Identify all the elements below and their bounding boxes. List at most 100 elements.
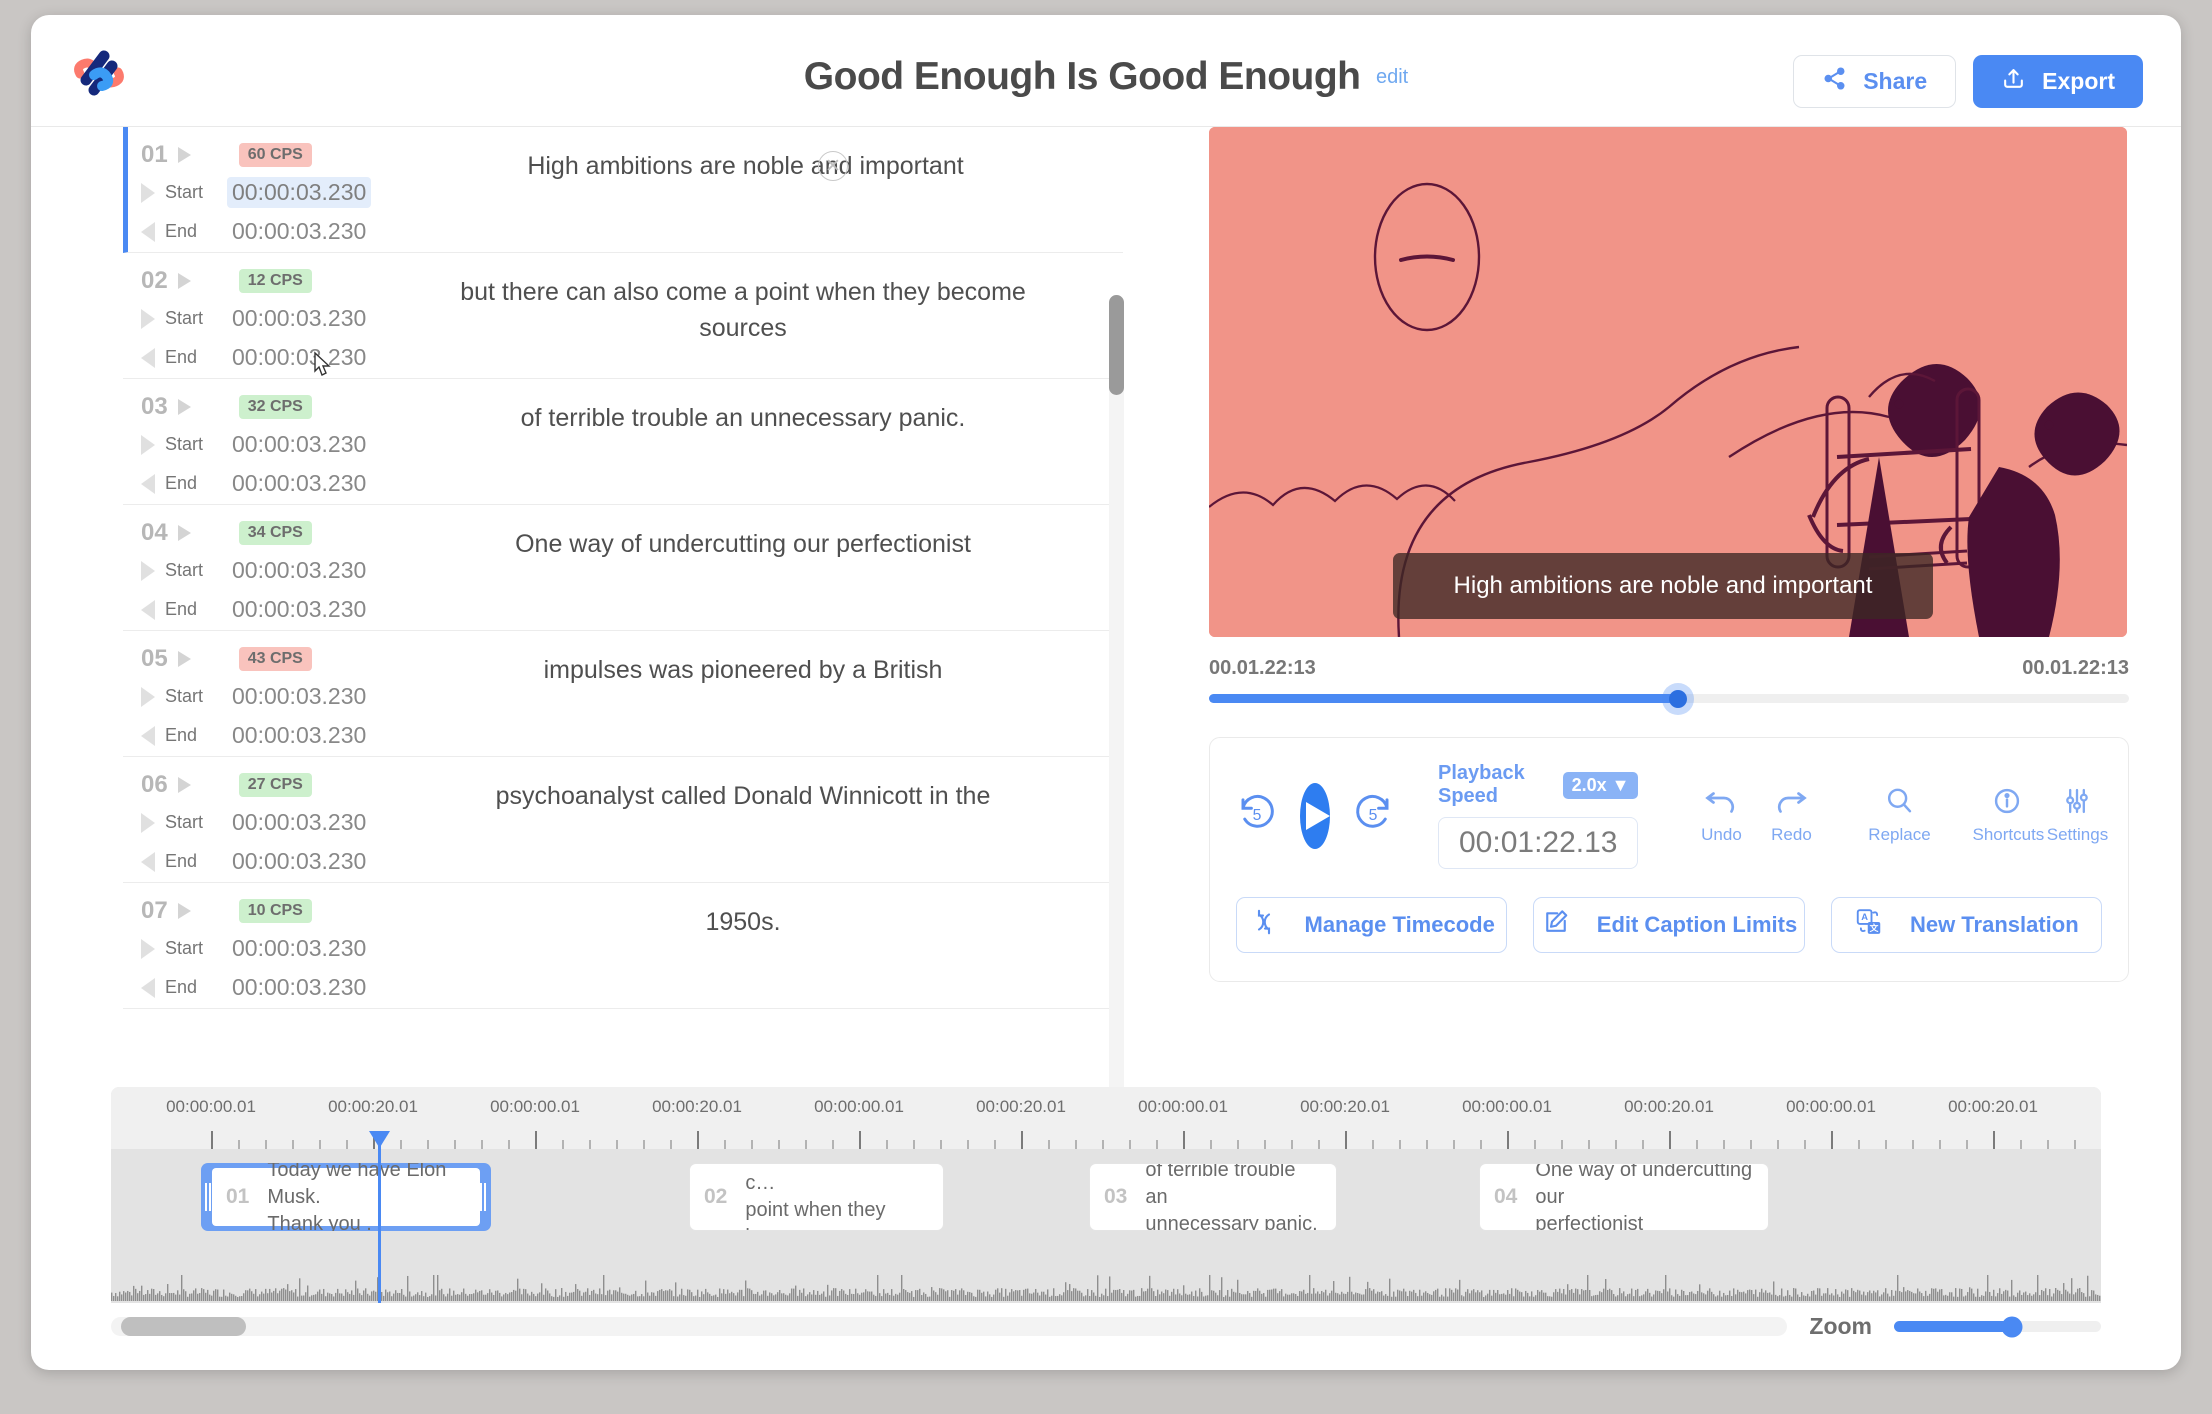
end-time-input[interactable]: 00:00:03.230 xyxy=(227,468,371,499)
caption-actions: Manage Timecode Edit Caption Limits A 文 … xyxy=(1236,897,2102,953)
end-time-input[interactable]: 00:00:03.230 xyxy=(227,594,371,625)
play-segment-icon[interactable] xyxy=(177,777,191,793)
caption-text-input[interactable]: but there can also come a point when the… xyxy=(423,253,1123,346)
start-time-input[interactable]: 00:00:03.230 xyxy=(227,429,371,460)
start-time-input[interactable]: 00:00:03.230 xyxy=(227,555,371,586)
playback-speed-select[interactable]: 2.0x ▼ xyxy=(1562,771,1639,799)
caption-text-input[interactable]: psychoanalyst called Donald Winnicott in… xyxy=(423,757,1123,815)
timeline-clip[interactable]: 04 One way of undercutting our perfection… xyxy=(1479,1163,1769,1231)
caption-text-input[interactable]: of terrible trouble an unnecessary panic… xyxy=(423,379,1123,437)
caption-meta: 07 10 CPS Start 00:00:03.230 End 00:00:0… xyxy=(123,883,423,1003)
end-label: End xyxy=(165,725,198,745)
start-marker-icon xyxy=(141,308,155,329)
caption-list[interactable]: 01 60 CPS Start 00:00:03.230 End 00:00:0… xyxy=(123,127,1123,1032)
scrollbar-thumb[interactable] xyxy=(1109,295,1124,395)
play-segment-icon[interactable] xyxy=(177,147,191,163)
video-preview[interactable]: High ambitions are noble and important xyxy=(1209,127,2127,637)
start-label: Start xyxy=(165,434,204,454)
timeline-canvas[interactable]: 00:00:00.01 00:00:20.01 00:00:00.01 00:0… xyxy=(111,1087,2101,1303)
caption-text-input[interactable]: impulses was pioneered by a British xyxy=(423,631,1123,689)
zoom-knob[interactable] xyxy=(2001,1316,2023,1337)
shortcuts-button[interactable]: Shortcuts xyxy=(1972,786,2044,845)
timeline-horizontal-scrollbar[interactable] xyxy=(111,1317,1788,1336)
start-time-input[interactable]: 00:00:03.230 xyxy=(227,303,371,334)
edit-title-link[interactable]: edit xyxy=(1376,66,1408,89)
caption-index: 01 xyxy=(141,141,168,168)
end-time-input[interactable]: 00:00:03.230 xyxy=(227,846,371,877)
rewind-5-icon[interactable]: 5 xyxy=(1236,792,1278,839)
end-time-input[interactable]: 00:00:03.230 xyxy=(227,720,371,751)
end-time-input[interactable]: 00:00:03.230 xyxy=(227,342,371,373)
translate-icon: A 文 xyxy=(1854,907,1884,943)
caption-row[interactable]: 01 60 CPS Start 00:00:03.230 End 00:00:0… xyxy=(123,127,1123,253)
timeline-footer: Zoom xyxy=(111,1313,2101,1340)
seek-slider[interactable] xyxy=(1209,689,2129,708)
timeline-clip[interactable]: 01 Today we have Elon Musk. Thank you . xyxy=(201,1163,491,1231)
caption-meta: 03 32 CPS Start 00:00:03.230 End 00:00:0… xyxy=(123,379,423,499)
ruler-label: 00:00:20.01 xyxy=(1948,1097,2038,1116)
end-marker-icon xyxy=(141,473,155,494)
app-window: Good Enough Is Good Enough edit Share Ex… xyxy=(31,15,2181,1370)
play-segment-icon[interactable] xyxy=(177,273,191,289)
playback-speed-group: Playback Speed 2.0x ▼ 00:01:22.13 xyxy=(1438,762,1639,869)
settings-button[interactable]: Settings xyxy=(2042,786,2112,845)
clip-text: One way of undercutting our perfectionist xyxy=(1535,1163,1753,1231)
timeline-playhead[interactable] xyxy=(369,1131,390,1303)
start-time-input[interactable]: 00:00:03.230 xyxy=(227,681,371,712)
start-marker-icon xyxy=(141,686,155,707)
end-marker-icon xyxy=(141,977,155,998)
play-icon[interactable] xyxy=(1300,782,1330,849)
play-segment-icon[interactable] xyxy=(177,903,191,919)
close-circle-icon[interactable]: ✕ xyxy=(818,151,848,181)
caption-row[interactable]: 07 10 CPS Start 00:00:03.230 End 00:00:0… xyxy=(123,883,1123,1009)
timeline-clip[interactable]: 03 of terrible trouble an unnecessary pan… xyxy=(1089,1163,1337,1231)
forward-5-icon[interactable]: 5 xyxy=(1352,792,1394,839)
end-marker-icon xyxy=(141,851,155,872)
replace-button[interactable]: Replace xyxy=(1864,786,1934,845)
caption-text-input[interactable]: One way of undercutting our perfectionis… xyxy=(423,505,1123,563)
redo-button[interactable]: Redo xyxy=(1756,786,1826,845)
end-time-input[interactable]: 00:00:03.230 xyxy=(227,216,371,247)
caption-text-input[interactable]: High ambitions are noble and important xyxy=(428,127,1123,185)
timeline-clips[interactable]: 01 Today we have Elon Musk. Thank you . 0… xyxy=(111,1149,2101,1245)
manage-timecode-button[interactable]: Manage Timecode xyxy=(1236,897,1508,953)
svg-text:5: 5 xyxy=(1369,807,1378,824)
caption-row[interactable]: 06 27 CPS Start 00:00:03.230 End 00:00:0… xyxy=(123,757,1123,883)
caption-row[interactable]: 05 43 CPS Start 00:00:03.230 End 00:00:0… xyxy=(123,631,1123,757)
start-time-input[interactable]: 00:00:03.230 xyxy=(227,177,372,208)
current-time: 00.01.22:13 xyxy=(1209,657,1316,679)
ruler-label: 00:00:00.01 xyxy=(1786,1097,1876,1116)
play-segment-icon[interactable] xyxy=(177,525,191,541)
caption-index: 07 xyxy=(141,897,168,924)
play-segment-icon[interactable] xyxy=(177,651,191,667)
start-marker-icon xyxy=(141,434,155,455)
ruler-label: 00:00:20.01 xyxy=(976,1097,1066,1116)
export-button[interactable]: Export xyxy=(1973,55,2143,108)
caption-row[interactable]: 03 32 CPS Start 00:00:03.230 End 00:00:0… xyxy=(123,379,1123,505)
timeline-ruler[interactable]: 00:00:00.01 00:00:20.01 00:00:00.01 00:0… xyxy=(111,1087,2101,1149)
caption-list-scrollbar[interactable] xyxy=(1109,295,1124,1125)
edit-caption-limits-button[interactable]: Edit Caption Limits xyxy=(1533,897,1805,953)
start-time-input[interactable]: 00:00:03.230 xyxy=(227,807,371,838)
undo-button[interactable]: Undo xyxy=(1686,786,1756,845)
end-time-input[interactable]: 00:00:03.230 xyxy=(227,972,371,1003)
chevron-down-icon: ▼ xyxy=(1611,774,1630,795)
share-button[interactable]: Share xyxy=(1793,55,1957,108)
caption-row[interactable]: 04 34 CPS Start 00:00:03.230 End 00:00:0… xyxy=(123,505,1123,631)
play-segment-icon[interactable] xyxy=(177,399,191,415)
caption-meta: 04 34 CPS Start 00:00:03.230 End 00:00:0… xyxy=(123,505,423,625)
start-time-input[interactable]: 00:00:03.230 xyxy=(227,933,371,964)
caption-row[interactable]: 02 12 CPS Start 00:00:03.230 End 00:00:0… xyxy=(123,253,1123,379)
new-translation-button[interactable]: A 文 New Translation xyxy=(1830,897,2102,953)
scrollbar-thumb[interactable] xyxy=(121,1317,246,1336)
end-label: End xyxy=(165,599,198,619)
end-marker-icon xyxy=(141,221,155,242)
seek-knob[interactable] xyxy=(1669,689,1688,708)
timecode-input[interactable]: 00:01:22.13 xyxy=(1438,817,1639,869)
zoom-slider[interactable] xyxy=(1894,1316,2101,1337)
caption-text-input[interactable]: 1950s. xyxy=(423,883,1123,941)
audio-waveform[interactable] xyxy=(111,1245,2101,1303)
cps-badge: 12 CPS xyxy=(238,269,312,293)
timeline-clip[interactable]: 02 but there can also c…point when they … xyxy=(689,1163,944,1231)
ruler-label: 00:00:00.01 xyxy=(814,1097,904,1116)
